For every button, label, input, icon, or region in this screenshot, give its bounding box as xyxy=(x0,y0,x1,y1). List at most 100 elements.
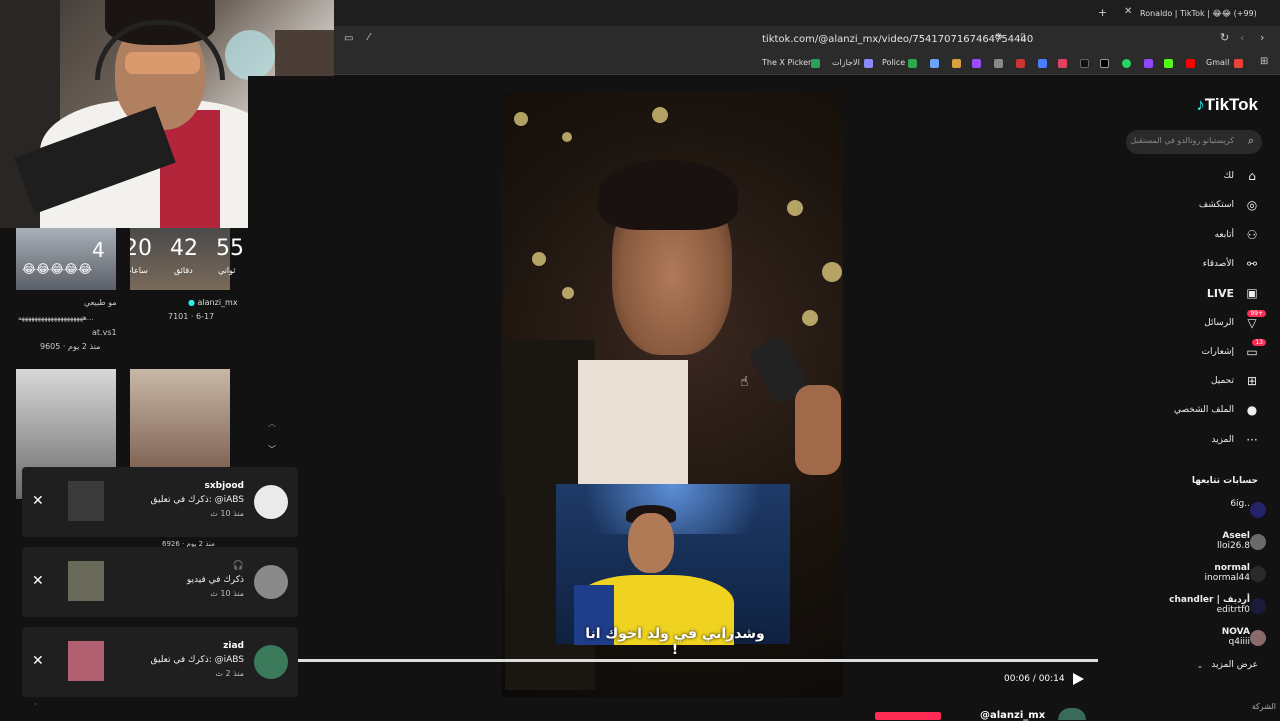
avatar[interactable] xyxy=(1250,598,1266,614)
bookmark-vacations[interactable]: الاجازات xyxy=(832,58,860,67)
bokeh-light xyxy=(787,200,803,216)
avatar[interactable] xyxy=(1250,630,1266,646)
play-icon[interactable] xyxy=(1071,672,1085,686)
chevron-down-icon[interactable]: ﹀ xyxy=(268,444,276,455)
back-icon[interactable]: ‹ xyxy=(1240,31,1244,44)
close-icon[interactable]: ✕ xyxy=(32,573,44,589)
sidebar-item-label: استكشف xyxy=(1198,200,1234,211)
close-icon[interactable]: ✕ xyxy=(32,493,44,509)
messages-icon: ▽ 99+ xyxy=(1244,309,1266,331)
notification-toast[interactable]: ✕ 🎧 ذكرك في فيديو منذ 10 ث xyxy=(22,547,298,617)
new-tab-icon[interactable]: + xyxy=(1098,6,1107,19)
notification-message: ذكرك في تعليق: @iABS xyxy=(150,495,244,505)
compass-icon: ◎ xyxy=(1246,198,1258,213)
following-account[interactable]: chandler | أرديف editrtf0 xyxy=(1169,595,1250,616)
feed-thumb[interactable]: 20 42 ساعات دقائق xyxy=(130,228,230,290)
avatar[interactable] xyxy=(1250,534,1266,550)
seconds-label: ثواني xyxy=(218,266,236,275)
close-tab-icon[interactable]: ✕ xyxy=(1124,6,1132,17)
video-author-handle[interactable]: @alanzi_mx xyxy=(980,710,1045,721)
whatsapp-icon xyxy=(1122,59,1131,68)
sidebar-item-label: الملف الشخصي xyxy=(1174,405,1234,416)
video-progress-fill[interactable] xyxy=(298,659,1098,662)
sidebar-item-profile[interactable]: الملف الشخصي ● xyxy=(1174,402,1260,418)
notification-time: منذ 2 ث xyxy=(215,669,244,678)
sidebar-item-label: لك xyxy=(1223,171,1234,181)
feed-handle[interactable]: at.vs1 xyxy=(92,328,117,337)
see-more-link[interactable]: ⌄ عرض المزيد xyxy=(1197,660,1258,670)
sidebar-item-more[interactable]: المزيد ··· xyxy=(1211,432,1260,448)
sidebar-item-bell[interactable]: إشعارات ▭ 13 xyxy=(1202,338,1266,360)
sidebar-item-upload[interactable]: تحميل ⊞ xyxy=(1211,373,1260,389)
bookmark-police[interactable]: Police xyxy=(882,58,905,67)
notification-thumb xyxy=(68,561,104,601)
translate-icon[interactable]: ⁄ xyxy=(368,32,370,43)
sheets-icon xyxy=(908,59,917,68)
sidebar-item-home[interactable]: لك ⌂ xyxy=(1224,168,1260,184)
webcam-logo xyxy=(225,30,275,80)
site-settings-icon[interactable]: ⚙ xyxy=(994,32,1003,43)
following-account[interactable]: 6ig.. xyxy=(1230,499,1250,510)
video-person-shirt xyxy=(578,360,688,485)
forward-icon[interactable]: › xyxy=(1260,31,1264,44)
reload-icon[interactable]: ↻ xyxy=(1220,31,1229,44)
youtube-icon xyxy=(1186,59,1195,68)
screen-icon[interactable]: ▭ xyxy=(344,33,353,44)
video-subtitle: وشدراني في ولد اخوك انا ! xyxy=(585,626,765,658)
bookmark-icon[interactable]: ▯ xyxy=(1020,32,1026,43)
docs-icon xyxy=(1038,59,1047,68)
notification-toast[interactable]: ✕ sxbjood ذكرك في تعليق: @iABS منذ 10 ث xyxy=(22,467,298,537)
countdown-days: 4 xyxy=(92,238,105,262)
sidebar-item-friends[interactable]: الأصدقاء ⚯ xyxy=(1203,256,1260,272)
bokeh-light xyxy=(562,287,574,299)
feed-username[interactable]: ● alanzi_mx xyxy=(188,298,238,307)
sidebar-item-label: المزيد xyxy=(1211,434,1234,445)
notification-toast[interactable]: ✕ ziad ذكرك في تعليق: @iABS منذ 2 ث xyxy=(22,627,298,697)
chevron-up-icon[interactable]: ︿ xyxy=(268,418,276,429)
close-icon[interactable]: ✕ xyxy=(32,653,44,669)
bokeh-light xyxy=(562,132,572,142)
sidebar-item-messages[interactable]: الرسائل ▽ 99+ xyxy=(1204,309,1266,331)
avatar[interactable] xyxy=(1250,566,1266,582)
following-account[interactable]: normal inormal44 xyxy=(1205,563,1251,584)
twitch-icon xyxy=(1144,59,1153,68)
feed-thumb[interactable]: 4 😂😂😂😂😂 xyxy=(16,228,116,290)
feed-caption: مو طبيعي xyxy=(84,298,117,307)
more-icon: ··· xyxy=(1246,432,1258,447)
bokeh-light xyxy=(822,262,842,282)
tiktok-bm-icon xyxy=(1080,59,1089,68)
bookmark-x-picker[interactable]: The X Picker xyxy=(762,58,811,67)
gmail-icon xyxy=(1234,59,1243,68)
tab-title[interactable]: Ronaldo | TikTok | 😂😂 (+99) xyxy=(1140,9,1257,18)
tiktok-note-icon: ♪ xyxy=(1196,95,1205,114)
following-account[interactable]: Aseel lloi26.8 xyxy=(1217,531,1250,552)
notification-thumb xyxy=(68,481,104,521)
bokeh-light xyxy=(532,252,546,266)
following-account[interactable]: NOVA q4iiii xyxy=(1222,627,1250,648)
x-icon xyxy=(1100,59,1109,68)
tiktok-logo[interactable]: ♪TikTok xyxy=(1196,95,1258,115)
ghost-icon xyxy=(994,59,1003,68)
search-placeholder: كريستيانو رونالدو في المستقبل xyxy=(1130,136,1234,145)
notification-badge: 99+ xyxy=(1247,309,1266,317)
follow-button[interactable] xyxy=(875,712,941,720)
see-more-label: عرض المزيد xyxy=(1211,660,1258,670)
bookmark-gmail[interactable]: Gmail xyxy=(1206,58,1229,67)
s-icon xyxy=(972,59,981,68)
home-icon: ⌂ xyxy=(1248,169,1256,183)
browser-tab-bar: + ✕ Ronaldo | TikTok | 😂😂 (+99) xyxy=(334,0,1280,26)
avatar[interactable] xyxy=(1250,502,1266,518)
countdown-minutes: 42 xyxy=(170,236,198,261)
url-field[interactable]: tiktok.com/@alanzi_mx/video/754170716746… xyxy=(762,34,1033,45)
sidebar-item-live[interactable]: LIVE ▣ xyxy=(1207,285,1260,301)
sidebar-item-user-follow[interactable]: أتابعه ⚇ xyxy=(1215,227,1260,243)
feed-stats: 9605 · منذ 2 يوم xyxy=(40,342,101,351)
search-box[interactable]: كريستيانو رونالدو في المستقبل ⌕ xyxy=(1126,130,1262,154)
apps-grid-icon[interactable]: ⊞ xyxy=(1260,56,1268,67)
following-header: حسابات تتابعها xyxy=(1191,476,1258,486)
address-bar: ▭ ⁄ tiktok.com/@alanzi_mx/video/75417071… xyxy=(334,26,1280,53)
footer-company[interactable]: الشركة xyxy=(1252,702,1276,711)
search-icon[interactable]: ⌕ xyxy=(1248,134,1254,148)
sidebar-item-compass[interactable]: استكشف ◎ xyxy=(1199,197,1260,213)
notification-time: منذ 10 ث xyxy=(210,589,244,598)
